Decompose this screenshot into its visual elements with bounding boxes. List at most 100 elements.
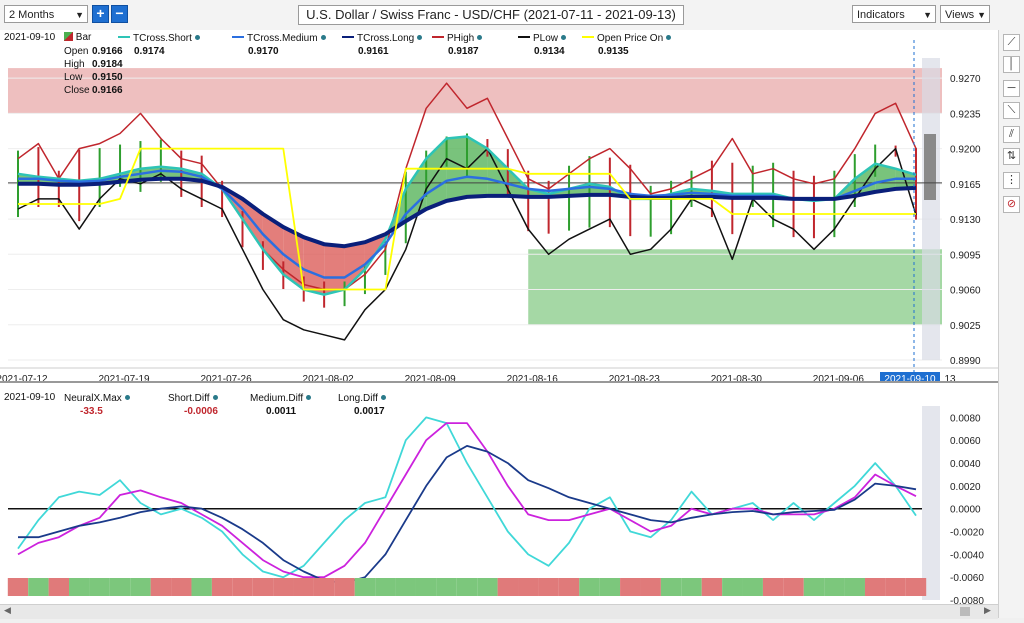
zoom-in-button[interactable]: + xyxy=(92,5,109,23)
neuralx-bull-bar xyxy=(28,578,49,596)
ohlc-readout: Open 0.9166 High 0.9184 Low 0.9150 Close 0.9… xyxy=(64,45,123,97)
legend-item-name: Medium.Diff xyxy=(250,393,304,404)
scroll-right-icon[interactable]: ▶ xyxy=(984,605,991,616)
neuralx-bear-bar xyxy=(150,578,172,596)
bar-swatch-icon xyxy=(64,32,73,41)
chevron-down-icon: ▼ xyxy=(923,10,932,20)
legend-item-medium-diff[interactable]: Medium.Diff 0.0011 xyxy=(250,392,312,418)
neuralx-bull-bar xyxy=(69,578,90,596)
neuralx-bull-bar xyxy=(681,578,702,596)
legend-item-value: 0.0017 xyxy=(354,406,385,417)
neuralx-bear-bar xyxy=(48,578,70,596)
legend-swatch-icon xyxy=(582,36,594,38)
settings-dot-icon[interactable] xyxy=(477,35,483,40)
legend-item-neuralx-max[interactable]: NeuralX.Max -33.5 xyxy=(64,392,130,418)
y-tick-label: -0.0040 xyxy=(950,550,984,561)
neuralx-bull-bar xyxy=(130,578,151,596)
support-zone xyxy=(528,249,942,325)
pitchfork-tool-icon[interactable]: ⋮ xyxy=(1003,172,1020,189)
y-tick-label: 0.0080 xyxy=(950,413,981,424)
y-tick-label: 0.9095 xyxy=(950,250,981,261)
neuralx-bull-bar xyxy=(89,578,110,596)
zoom-out-button[interactable]: − xyxy=(111,5,128,23)
legend-swatch-icon xyxy=(342,36,354,38)
y-tick-label: 0.9060 xyxy=(950,286,981,297)
legend-item-open-price-on[interactable]: Open Price On 0.9135 xyxy=(582,32,672,58)
settings-dot-icon[interactable] xyxy=(194,35,200,40)
fib-tool-icon[interactable]: ⇅ xyxy=(1003,148,1020,165)
y-tick-label: 0.0000 xyxy=(950,505,981,516)
settings-dot-icon[interactable] xyxy=(212,395,218,400)
legend-item-value: 0.9135 xyxy=(598,46,629,57)
channel-tool-icon[interactable]: ⫽ xyxy=(1003,126,1020,143)
views-dropdown[interactable]: Views ▼ xyxy=(940,5,990,23)
neuralx-bull-bar xyxy=(824,578,845,596)
legend-item-tcross-medium[interactable]: TCross.Medium 0.9170 xyxy=(232,32,326,58)
legend-item-name: Short.Diff xyxy=(168,393,210,404)
neuralx-bear-bar xyxy=(762,578,784,596)
legend-item-plow[interactable]: PLow 0.9134 xyxy=(518,32,567,58)
delete-drawing-icon[interactable]: ⊘ xyxy=(1003,196,1020,213)
legend-item-tcross-long[interactable]: TCross.Long 0.9161 xyxy=(342,32,423,58)
settings-dot-icon[interactable] xyxy=(666,35,672,40)
period-label: 2 Months xyxy=(9,9,55,21)
neuralx-bull-bar xyxy=(844,578,865,596)
scroll-thumb[interactable] xyxy=(960,607,970,616)
legend-item-value: -0.0006 xyxy=(184,406,218,417)
legend-swatch-icon xyxy=(432,36,444,38)
legend-item-long-diff[interactable]: Long.Diff 0.0017 xyxy=(338,392,386,418)
settings-dot-icon[interactable] xyxy=(561,35,567,40)
scroll-left-icon[interactable]: ◀ xyxy=(4,605,11,616)
legend-item-phigh[interactable]: PHigh 0.9187 xyxy=(432,32,483,58)
neuralx-bull-bar xyxy=(109,578,131,596)
legend-item-value: 0.9187 xyxy=(448,46,479,57)
neuralx-bear-bar xyxy=(273,578,294,596)
horizontal-scrollbar[interactable]: ◀ ▶ xyxy=(0,604,998,619)
legend-swatch-icon xyxy=(232,36,244,38)
neuralx-bull-bar xyxy=(722,578,743,596)
neuralx-bear-bar xyxy=(334,578,355,596)
indicators-label: Indicators xyxy=(857,9,905,21)
chevron-down-icon: ▼ xyxy=(75,10,84,20)
legend-item-name: PLow xyxy=(533,33,559,44)
neuralx-bull-bar xyxy=(456,578,478,596)
neuralx-bear-bar xyxy=(232,578,253,596)
neuralx-bear-bar xyxy=(864,578,886,596)
settings-dot-icon[interactable] xyxy=(417,35,423,40)
indicators-dropdown[interactable]: Indicators ▼ xyxy=(852,5,936,23)
neuralx-bull-bar xyxy=(742,578,763,596)
right-scroll-shade xyxy=(922,406,940,600)
neuralx-bull-bar xyxy=(354,578,376,596)
period-dropdown[interactable]: 2 Months ▼ xyxy=(4,5,88,23)
vertical-line-tool-icon[interactable]: │ xyxy=(1003,56,1020,73)
y-tick-label: 0.0020 xyxy=(950,482,981,493)
y-tick-label: 0.9200 xyxy=(950,145,981,156)
settings-dot-icon[interactable] xyxy=(380,395,386,400)
y-tick-label: 0.9165 xyxy=(950,180,981,191)
price-scroll-handle[interactable] xyxy=(924,134,936,200)
y-tick-label: 0.9130 xyxy=(950,215,981,226)
legend-item-value: -33.5 xyxy=(80,406,103,417)
upper-legend-date: 2021-09-10 xyxy=(4,32,56,43)
price-chart-svg[interactable]: 0.9270 0.9235 0.9200 0.9165 0.9130 0.9095 0.90… xyxy=(0,30,998,618)
views-label: Views xyxy=(945,9,975,21)
trendline-tool-icon[interactable]: ⟋ xyxy=(1003,34,1020,51)
neuralx-bull-bar xyxy=(803,578,825,596)
legend-item-tcross-short[interactable]: TCross.Short 0.9174 xyxy=(118,32,200,58)
legend-item-value: 0.0011 xyxy=(266,406,297,417)
neuralx-bear-bar xyxy=(211,578,233,596)
horizontal-line-tool-icon[interactable]: ─ xyxy=(1003,80,1020,97)
neuralx-bear-bar xyxy=(518,578,539,596)
settings-dot-icon[interactable] xyxy=(124,395,130,400)
ray-tool-icon[interactable]: ⟍ xyxy=(1003,102,1020,119)
legend-item-short-diff[interactable]: Short.Diff -0.0006 xyxy=(168,392,218,418)
neuralx-bull-bar xyxy=(191,578,212,596)
settings-dot-icon[interactable] xyxy=(306,395,312,400)
lower-legend-date: 2021-09-10 xyxy=(4,392,56,403)
low-value: 0.9150 xyxy=(92,72,123,83)
settings-dot-icon[interactable] xyxy=(320,35,326,40)
y-tick-label: -0.0020 xyxy=(950,528,984,539)
y-tick-label: 0.0040 xyxy=(950,459,981,470)
high-value: 0.9184 xyxy=(92,59,123,70)
close-label: Close xyxy=(64,85,90,96)
